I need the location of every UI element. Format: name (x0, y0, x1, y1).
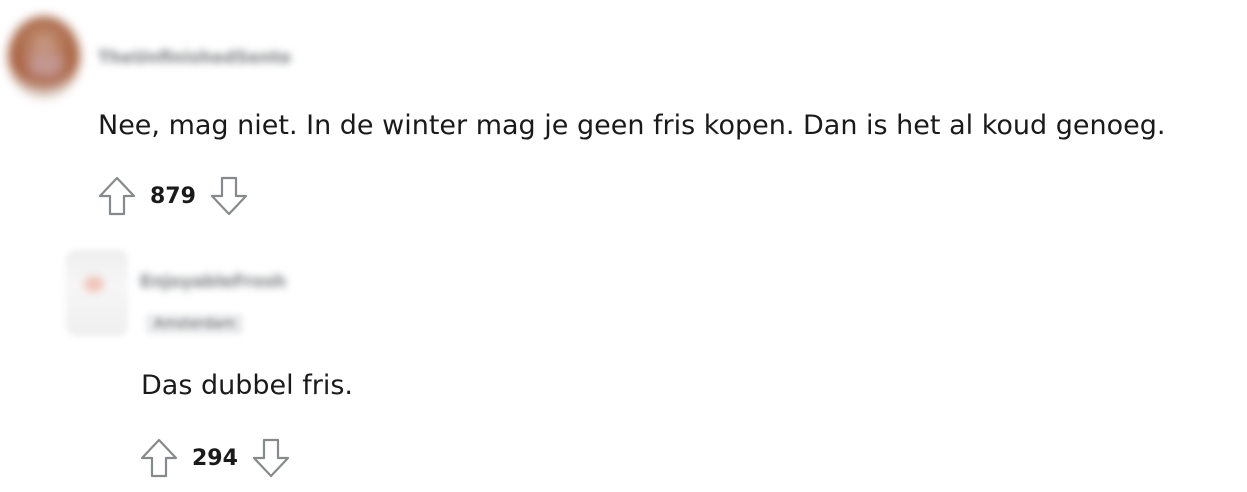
vote-count: 294 (192, 445, 238, 471)
avatar-detail (84, 276, 104, 292)
vote-bar: 294 (138, 436, 292, 480)
arrow-up-icon (140, 438, 178, 478)
user-flair: Amsterdam (146, 314, 244, 334)
arrow-down-icon (210, 176, 248, 216)
comment-text: Nee, mag niet. In de winter mag je geen … (98, 110, 1166, 141)
avatar-detail (28, 52, 64, 78)
username[interactable]: EnjoyableFrosh (140, 272, 286, 292)
upvote-button[interactable] (138, 436, 180, 480)
upvote-button[interactable] (96, 174, 138, 218)
vote-count: 879 (150, 183, 196, 209)
avatar[interactable] (66, 250, 128, 336)
downvote-button[interactable] (208, 174, 250, 218)
arrow-up-icon (98, 176, 136, 216)
comment-text: Das dubbel fris. (141, 370, 353, 401)
arrow-down-icon (252, 438, 290, 478)
username[interactable]: TheUnfinishedSente (98, 48, 291, 68)
downvote-button[interactable] (250, 436, 292, 480)
vote-bar: 879 (96, 174, 250, 218)
